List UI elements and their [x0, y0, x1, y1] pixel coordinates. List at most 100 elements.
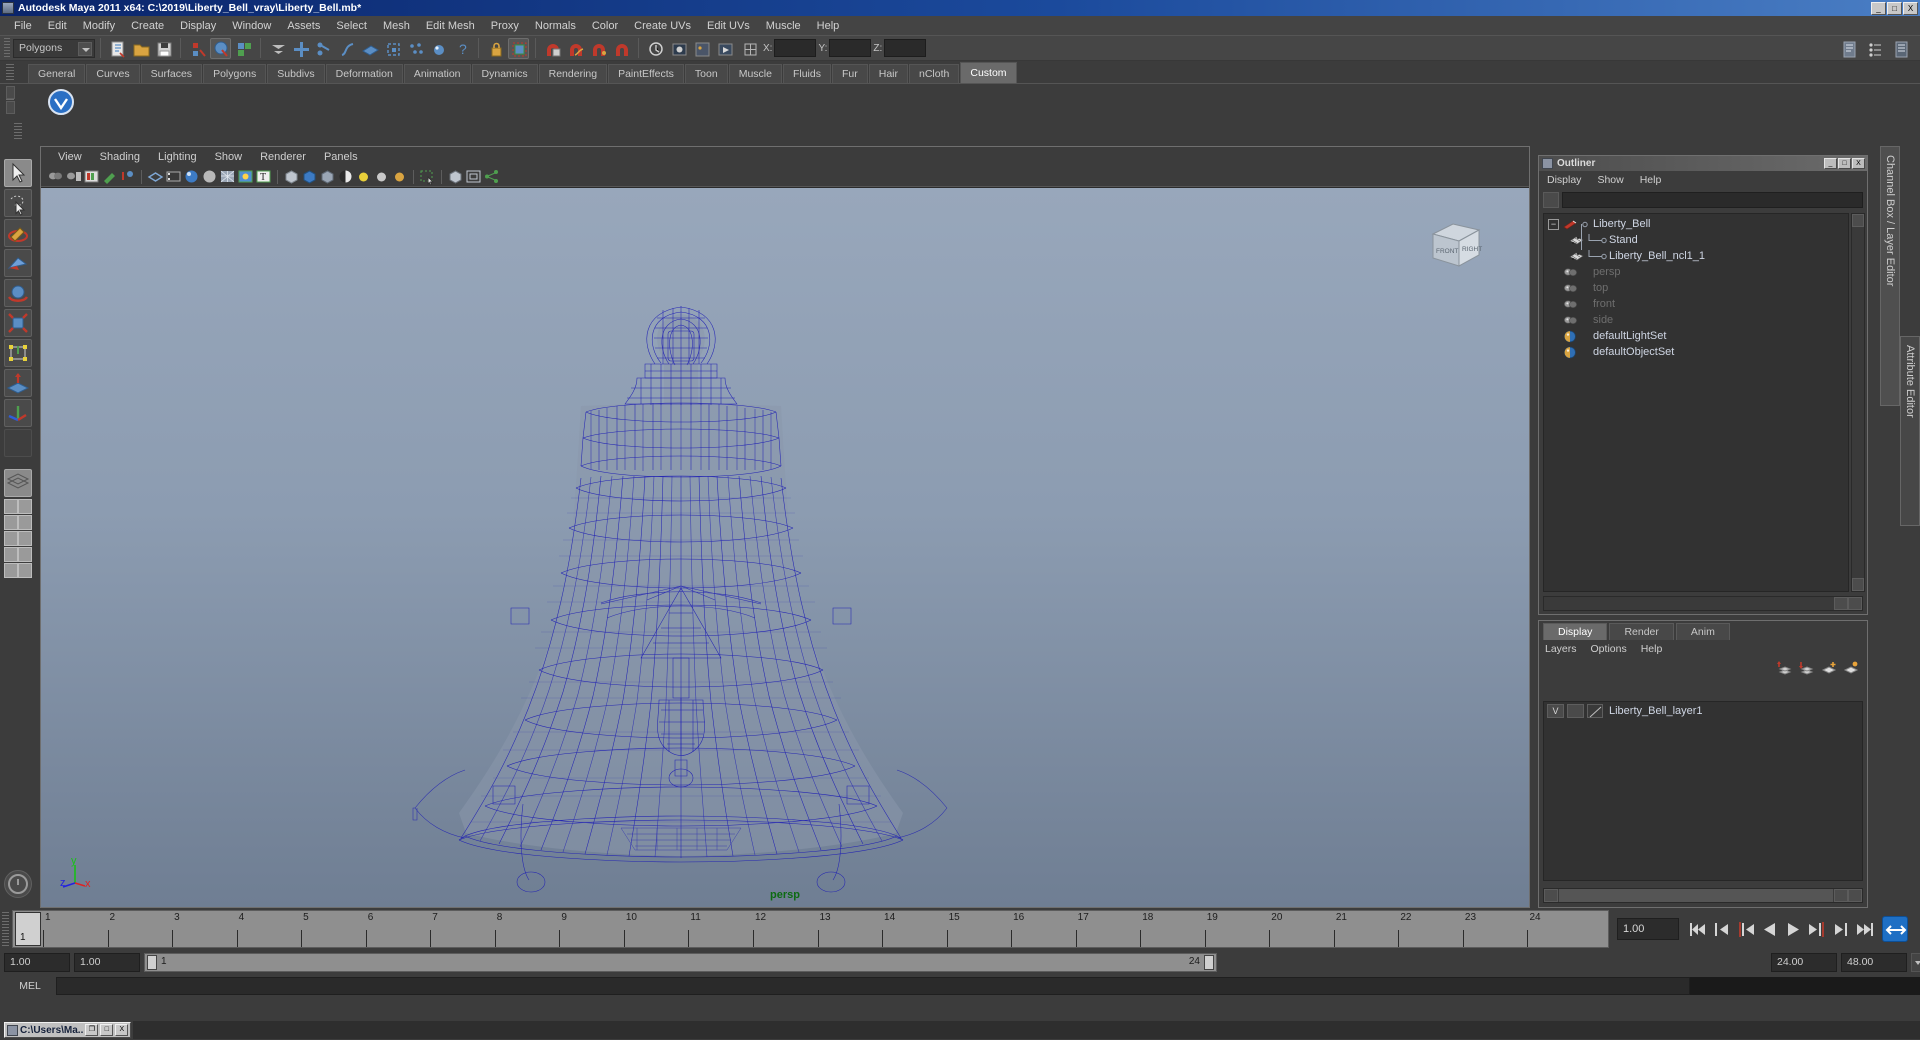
render-settings-icon[interactable]	[691, 38, 712, 59]
menu-item-create-uvs[interactable]: Create UVs	[626, 18, 699, 34]
shelf-tab-rendering[interactable]: Rendering	[538, 64, 608, 83]
taskbar-close-button[interactable]: X	[115, 1024, 129, 1036]
maximize-button[interactable]: □	[1887, 1, 1902, 15]
select-surfaces-icon[interactable]	[359, 38, 380, 59]
menu-item-window[interactable]: Window	[224, 18, 279, 34]
taskbar-window-button[interactable]: C:\Users\Ma.. ❐ □ X	[4, 1022, 132, 1038]
shelf-overflow-top-icon[interactable]	[6, 86, 15, 99]
shadows-icon[interactable]	[337, 168, 354, 185]
menu-item-display[interactable]: Display	[172, 18, 224, 34]
snap-to-grid-icon[interactable]	[542, 38, 563, 59]
command-input[interactable]	[56, 977, 1690, 995]
layout-hypershade-persp-icon[interactable]	[4, 563, 32, 578]
playback-start-field[interactable]: 1.00	[74, 952, 140, 972]
outliner-item[interactable]: side	[1544, 312, 1848, 328]
shelf-tab-animation[interactable]: Animation	[403, 64, 471, 83]
selection-mask-combo[interactable]: Polygons	[13, 38, 95, 58]
time-cursor[interactable]: 1	[15, 912, 41, 946]
shelf-tab-polygons[interactable]: Polygons	[203, 64, 267, 83]
wireframe-shading-icon[interactable]	[147, 168, 164, 185]
outliner-maximize-button[interactable]: □	[1838, 158, 1851, 169]
paint-selection-tool[interactable]	[4, 219, 32, 247]
shelf-tab-muscle[interactable]: Muscle	[728, 64, 782, 83]
z-field[interactable]	[884, 39, 927, 57]
lighting-all-icon[interactable]	[319, 168, 336, 185]
universal-manipulator-tool[interactable]	[4, 339, 32, 367]
command-output-field[interactable]	[1690, 977, 1920, 995]
move-layer-down-icon[interactable]	[1799, 661, 1815, 675]
tab-attribute-editor[interactable]: Attribute Editor	[1900, 336, 1920, 526]
outliner-menu-show[interactable]: Show	[1597, 174, 1623, 186]
soft-modification-tool[interactable]	[4, 369, 32, 397]
snap-to-point-icon[interactable]	[588, 38, 609, 59]
outliner-close-button[interactable]: X	[1852, 158, 1865, 169]
highlight-selection-icon[interactable]	[508, 37, 529, 59]
open-scene-icon[interactable]	[130, 38, 151, 59]
camera-attributes-icon[interactable]	[65, 168, 82, 185]
shelf-tab-curves[interactable]: Curves	[86, 64, 140, 83]
mask-menu-icon[interactable]	[267, 38, 288, 59]
outliner-item[interactable]: persp	[1544, 264, 1848, 280]
viewport-menu-renderer[interactable]: Renderer	[251, 150, 315, 164]
viewport-canvas[interactable]: FRONT RIGHT y z x persp	[41, 188, 1529, 907]
menu-item-modify[interactable]: Modify	[75, 18, 123, 34]
layer-scroll-right-arrow[interactable]	[1834, 889, 1848, 902]
menu-item-normals[interactable]: Normals	[527, 18, 584, 34]
view-cube[interactable]: FRONT RIGHT	[1425, 216, 1487, 274]
select-by-object-type-icon[interactable]	[210, 37, 231, 59]
outliner-item[interactable]: − Liberty_Bell	[1544, 216, 1848, 232]
move-tool[interactable]	[4, 249, 32, 277]
construction-history-icon[interactable]	[645, 38, 666, 59]
select-handles-icon[interactable]	[290, 38, 311, 59]
scroll-down-arrow[interactable]	[1852, 578, 1864, 591]
outliner-menu-help[interactable]: Help	[1640, 174, 1662, 186]
paint-effects-icon[interactable]	[101, 168, 118, 185]
toggle-attribute-editor-icon[interactable]	[1838, 38, 1859, 59]
isolate-select-icon[interactable]	[447, 168, 464, 185]
layer-menu-options[interactable]: Options	[1591, 643, 1627, 655]
layout-persp-graph-icon[interactable]	[4, 547, 32, 562]
menu-item-select[interactable]: Select	[328, 18, 375, 34]
new-scene-icon[interactable]	[107, 38, 128, 59]
xray-mode-icon[interactable]	[419, 168, 436, 186]
lock-selection-icon[interactable]	[485, 38, 506, 59]
outliner-filter-icon[interactable]	[1543, 192, 1559, 208]
lighting-default-icon[interactable]	[301, 168, 318, 185]
outliner-menu-display[interactable]: Display	[1547, 174, 1581, 186]
viewport-menu-shading[interactable]: Shading	[91, 150, 149, 164]
layer-list[interactable]: V Liberty_Bell_layer1	[1543, 701, 1863, 881]
outliner-tree[interactable]: − Liberty_Bell Stand Liberty_Bell_ncl1_1 per…	[1543, 213, 1849, 592]
outliner-item[interactable]: Liberty_Bell_ncl1_1	[1544, 248, 1848, 264]
layer-editor-tab-anim[interactable]: Anim	[1675, 623, 1730, 640]
layer-row[interactable]: V Liberty_Bell_layer1	[1544, 702, 1862, 720]
save-scene-icon[interactable]	[153, 38, 174, 59]
outliner-horizontal-scrollbar[interactable]	[1543, 596, 1863, 611]
minimize-button[interactable]: _	[1871, 1, 1886, 15]
layer-scroll-end-arrow[interactable]	[1848, 889, 1862, 902]
menu-item-edit[interactable]: Edit	[40, 18, 75, 34]
layer-editor-tab-display[interactable]: Display	[1543, 623, 1608, 640]
help-line-icon[interactable]	[4, 870, 32, 898]
light-yellow-icon[interactable]	[355, 168, 372, 185]
animation-end-field[interactable]: 48.00	[1841, 952, 1907, 972]
animation-preferences-icon[interactable]	[1882, 916, 1908, 942]
range-right-handle[interactable]	[1204, 954, 1214, 970]
range-slider-bar[interactable]: 1 24	[144, 952, 1217, 972]
menu-item-proxy[interactable]: Proxy	[483, 18, 527, 34]
ipr-render-icon[interactable]	[714, 38, 735, 59]
select-by-component-type-icon[interactable]	[233, 38, 254, 59]
layer-playback-toggle[interactable]	[1567, 704, 1584, 718]
playback-end-field[interactable]: 24.00	[1771, 952, 1837, 972]
layout-outliner-persp-icon[interactable]	[4, 531, 32, 546]
select-deformers-icon[interactable]	[382, 38, 403, 59]
menu-item-muscle[interactable]: Muscle	[758, 18, 809, 34]
image-plane-icon[interactable]	[83, 168, 100, 185]
shelf-tab-subdivs[interactable]: Subdivs	[267, 64, 325, 83]
view-selected-icon[interactable]	[465, 168, 482, 185]
scroll-left-arrow[interactable]	[1834, 597, 1848, 610]
select-by-hierarchy-icon[interactable]	[187, 38, 208, 59]
shelf-tab-ncloth[interactable]: nCloth	[909, 64, 960, 83]
step-forward-keyframe-icon[interactable]	[1831, 919, 1852, 940]
toggle-channel-box-icon[interactable]	[1890, 38, 1911, 59]
viewport-menu-show[interactable]: Show	[206, 150, 252, 164]
